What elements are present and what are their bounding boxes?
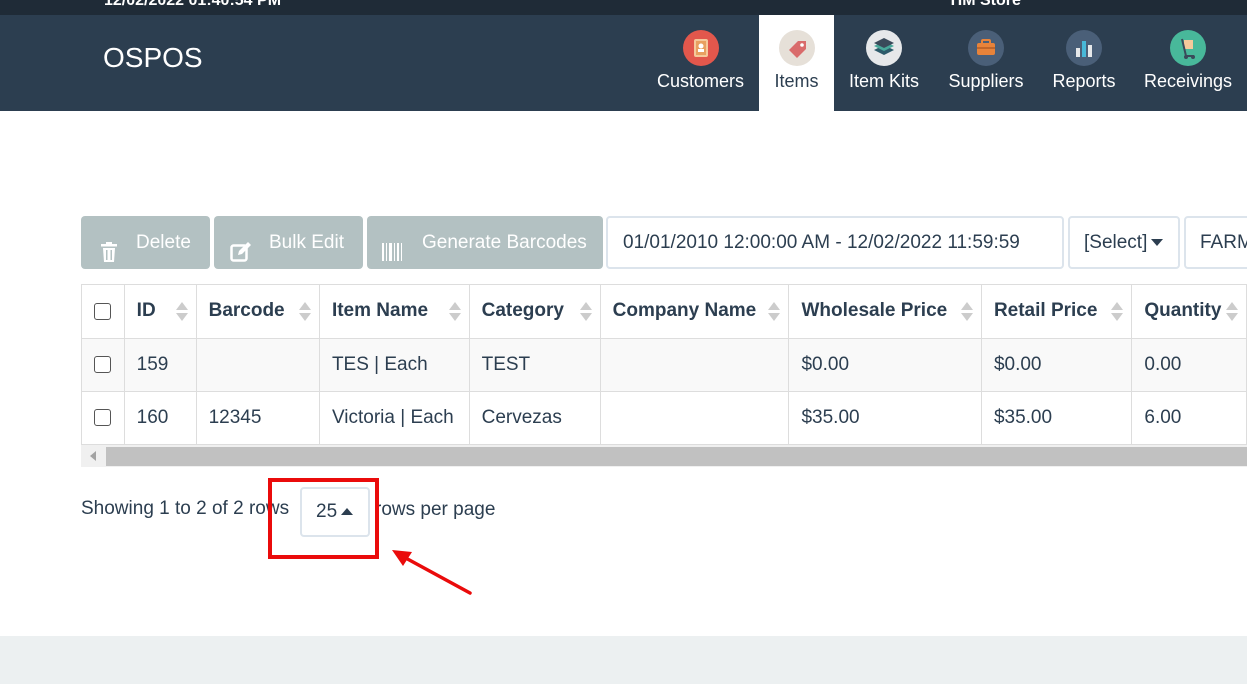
- nav-item-customers[interactable]: Customers: [644, 15, 757, 111]
- column-header-company-name[interactable]: Company Name: [600, 285, 790, 339]
- row-checkbox[interactable]: [94, 408, 111, 426]
- sort-icon: [448, 302, 461, 322]
- scroll-left-icon[interactable]: [90, 451, 96, 461]
- table-row[interactable]: 159 TES | Each TEST $0.00 $0.00 0.00: [82, 338, 1247, 392]
- trash-icon: [98, 231, 120, 262]
- nav-item-reports[interactable]: Reports: [1040, 15, 1128, 111]
- generate-barcodes-button[interactable]: Generate Barcodes: [367, 216, 603, 269]
- sort-icon: [768, 302, 781, 322]
- cell-quantity: 6.00: [1131, 391, 1247, 444]
- nav-label-reports: Reports: [1052, 71, 1116, 91]
- cell-id: 160: [124, 391, 197, 444]
- cell-wholesale-price: $0.00: [788, 338, 982, 392]
- select-label: [Select]: [1084, 232, 1148, 253]
- nav-label-item-kits: Item Kits: [848, 71, 919, 91]
- nav-item-receivings[interactable]: Receivings: [1132, 15, 1244, 111]
- row-select-cell: [82, 338, 125, 392]
- item-kits-icon: [866, 30, 902, 66]
- items-icon: [778, 30, 815, 66]
- stock-location-select[interactable]: [Select]: [1068, 216, 1180, 269]
- table-row[interactable]: 160 12345 Victoria | Each Cervezas $35.0…: [82, 391, 1247, 444]
- highlight-box: [268, 478, 379, 559]
- sort-icon: [298, 302, 311, 322]
- annotation-arrow-icon: [392, 550, 472, 595]
- select-all-cell: [82, 285, 125, 339]
- cell-barcode: 12345: [196, 391, 320, 444]
- column-header-barcode[interactable]: Barcode: [196, 285, 320, 339]
- cell-wholesale-price: $35.00: [788, 391, 982, 444]
- suppliers-icon: [968, 30, 1004, 66]
- date-range-input[interactable]: 01/01/2010 12:00:00 AM - 12/02/2022 11:5…: [606, 216, 1064, 269]
- nav-label-receivings: Receivings: [1143, 71, 1233, 91]
- store-name: TIM Store: [948, 0, 1021, 9]
- filter-dropdown[interactable]: FARM: [1184, 216, 1247, 269]
- cell-retail-price: $0.00: [981, 338, 1133, 392]
- edit-icon: [230, 231, 252, 262]
- page-footer: [0, 636, 1247, 684]
- select-all-checkbox[interactable]: [94, 302, 111, 320]
- items-table: ID Barcode Item Name Category Company Na…: [82, 285, 1247, 444]
- sort-icon: [579, 302, 592, 322]
- navbar: OSPOS Customers Items Item Kits Supplier…: [0, 15, 1247, 111]
- nav-item-item-kits[interactable]: Item Kits: [836, 15, 932, 111]
- cell-barcode: [196, 338, 320, 392]
- row-checkbox[interactable]: [94, 355, 111, 373]
- rows-per-page-label: rows per page: [375, 499, 496, 520]
- column-header-retail-price[interactable]: Retail Price: [981, 285, 1133, 339]
- receivings-icon: [1170, 30, 1206, 66]
- horizontal-scrollbar[interactable]: [81, 444, 1247, 467]
- nav-label-customers: Customers: [656, 71, 745, 91]
- column-header-item-name[interactable]: Item Name: [319, 285, 470, 339]
- items-table-container: ID Barcode Item Name Category Company Na…: [81, 284, 1247, 444]
- cell-company-name: [600, 338, 790, 392]
- sort-icon: [960, 302, 973, 322]
- caret-down-icon: [1151, 239, 1164, 247]
- bulk-edit-label: Bulk Edit: [269, 232, 344, 253]
- sort-icon: [1226, 302, 1238, 322]
- column-header-id[interactable]: ID: [124, 285, 197, 339]
- datetime-text: 12/02/2022 01:40:54 PM: [104, 0, 282, 9]
- column-header-wholesale-price[interactable]: Wholesale Price: [788, 285, 982, 339]
- sort-icon: [175, 302, 188, 322]
- cell-retail-price: $35.00: [981, 391, 1133, 444]
- delete-button[interactable]: Delete: [81, 216, 210, 269]
- row-select-cell: [82, 391, 125, 444]
- filter-label: FARM: [1200, 232, 1247, 253]
- barcode-icon: [381, 231, 403, 261]
- pagination-info: Showing 1 to 2 of 2 rows: [81, 498, 290, 519]
- top-info-bar: 12/02/2022 01:40:54 PM TIM Store: [0, 0, 1247, 15]
- nav-label-items: Items: [774, 71, 819, 91]
- table-header-row: ID Barcode Item Name Category Company Na…: [82, 285, 1247, 339]
- sort-icon: [1111, 302, 1124, 322]
- reports-icon: [1066, 30, 1102, 66]
- cell-quantity: 0.00: [1131, 338, 1247, 392]
- cell-category: TEST: [469, 338, 601, 392]
- column-header-quantity[interactable]: Quantity: [1131, 285, 1247, 339]
- scrollbar-thumb[interactable]: [106, 447, 1247, 466]
- nav-item-items[interactable]: Items: [759, 15, 834, 111]
- cell-company-name: [600, 391, 790, 444]
- nav-item-suppliers[interactable]: Suppliers: [938, 15, 1034, 111]
- cell-item-name: TES | Each: [319, 338, 470, 392]
- column-header-category[interactable]: Category: [469, 285, 601, 339]
- bulk-edit-button[interactable]: Bulk Edit: [214, 216, 363, 269]
- cell-id: 159: [124, 338, 197, 392]
- cell-category: Cervezas: [469, 391, 601, 444]
- brand-logo[interactable]: OSPOS: [103, 42, 203, 74]
- nav-label-suppliers: Suppliers: [948, 71, 1024, 91]
- cell-item-name: Victoria | Each: [319, 391, 470, 444]
- delete-label: Delete: [136, 232, 191, 253]
- generate-barcodes-label: Generate Barcodes: [422, 232, 587, 253]
- customers-icon: [682, 30, 719, 66]
